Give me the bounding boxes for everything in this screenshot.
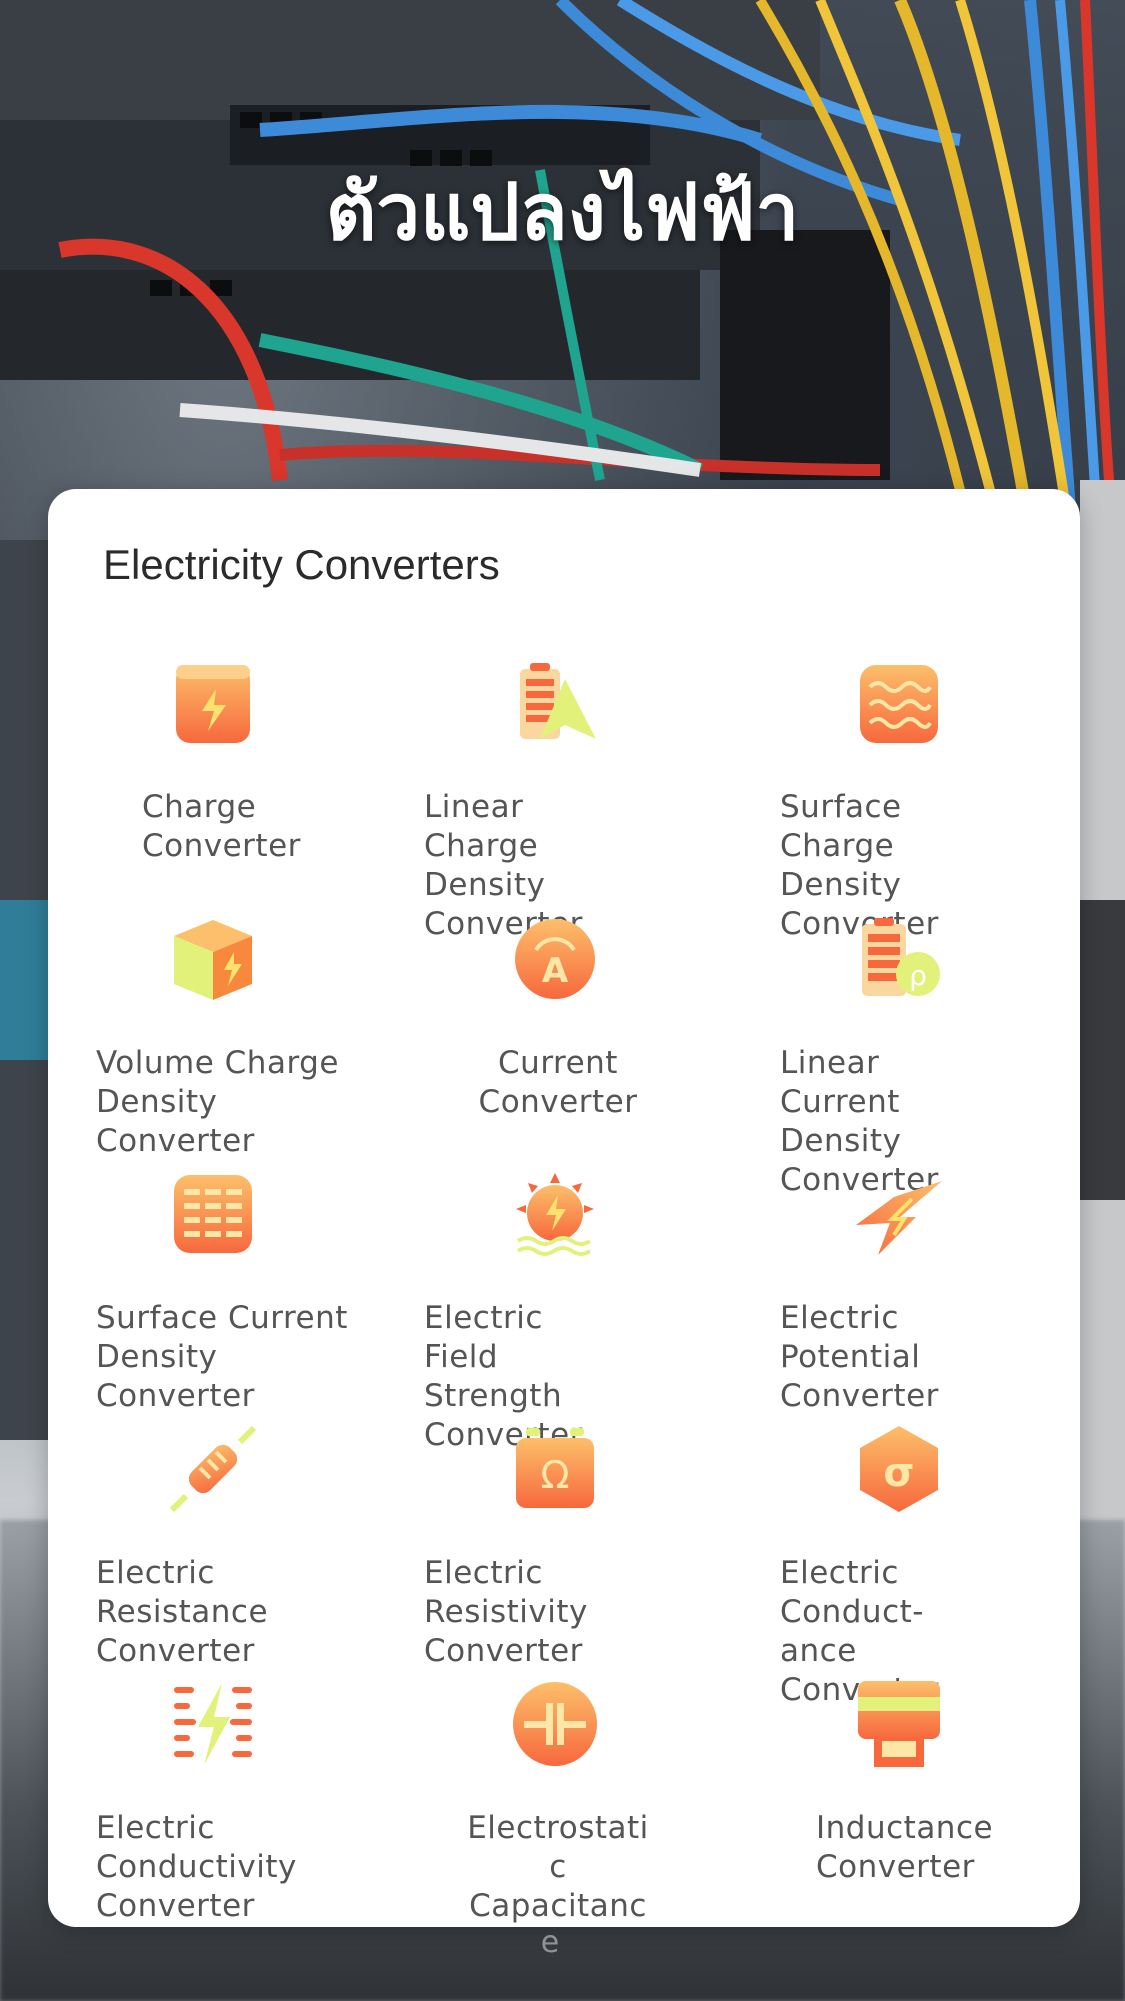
battery-rho-icon: ρ bbox=[854, 914, 944, 1004]
waves-icon bbox=[854, 659, 944, 749]
sigma-hexagon-icon: σ bbox=[854, 1424, 944, 1514]
converter-label: Inductance Converter bbox=[816, 1810, 994, 1885]
ammeter-icon: A bbox=[510, 914, 600, 1004]
resistor-icon bbox=[168, 1424, 258, 1514]
capacitor-icon bbox=[510, 1679, 600, 1769]
battery-charge-icon bbox=[168, 659, 258, 749]
converter-label: Electric Resistance Converter bbox=[96, 1555, 269, 1669]
svg-text:σ: σ bbox=[883, 1450, 914, 1496]
converter-label: Electric Conductivity Converter bbox=[96, 1810, 297, 1924]
converter-label: Volume Charge Density Converter bbox=[96, 1045, 339, 1159]
sun-bolt-icon bbox=[510, 1169, 600, 1259]
svg-text:ρ: ρ bbox=[909, 959, 927, 992]
svg-text:A: A bbox=[542, 951, 569, 991]
battery-triangle-icon bbox=[510, 659, 600, 749]
inductor-icon bbox=[854, 1679, 944, 1769]
battery-omega-icon: Ω bbox=[510, 1424, 600, 1514]
converter-label: Electrostati c Capacitanc bbox=[467, 1810, 649, 1924]
converter-label: Surface Current Density Converter bbox=[96, 1300, 348, 1414]
bolt-lines-icon bbox=[168, 1679, 258, 1769]
lightning-icon bbox=[854, 1169, 944, 1259]
grid-icon bbox=[168, 1169, 258, 1259]
page-title: ตัวแปลงไฟฟ้า bbox=[325, 168, 800, 258]
converter-label: Electric Resistivity Converter bbox=[424, 1555, 588, 1669]
card-title: Electricity Converters bbox=[103, 541, 500, 588]
converter-label: Charge Converter bbox=[142, 789, 301, 864]
overflow-label-fragment: e bbox=[540, 1925, 560, 1960]
svg-text:Ω: Ω bbox=[540, 1453, 569, 1497]
cube-bolt-icon bbox=[168, 914, 258, 1004]
converters-card: Electricity Converters Charge Converter bbox=[48, 489, 1080, 1927]
converter-label: Electric Potential Converter bbox=[780, 1300, 939, 1414]
converter-label: Current Converter bbox=[478, 1045, 638, 1120]
